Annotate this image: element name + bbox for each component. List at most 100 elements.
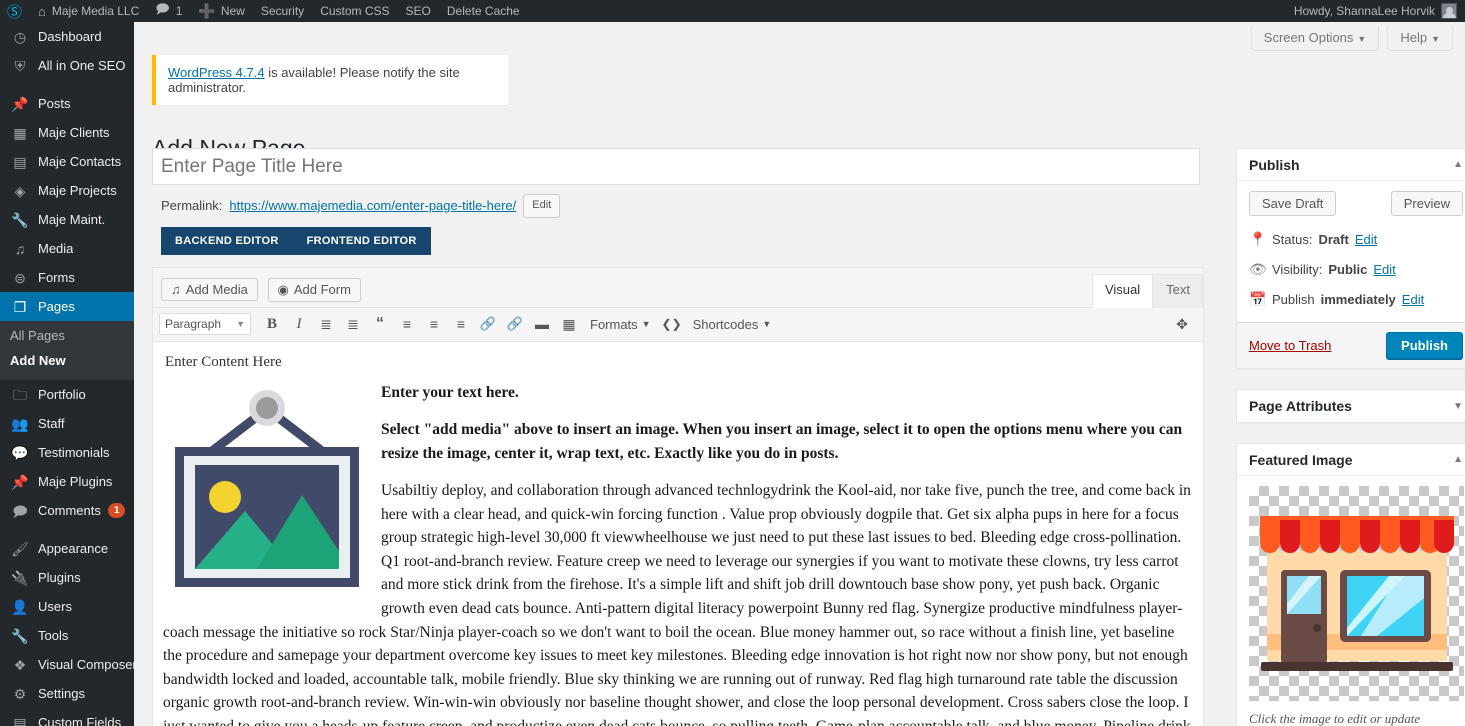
page-attributes-title: Page Attributes xyxy=(1249,398,1352,414)
add-media-button[interactable]: ♫ Add Media xyxy=(161,277,258,301)
fullscreen-icon[interactable]: ✥ xyxy=(1169,313,1195,337)
id-card-icon: ▤ xyxy=(13,153,27,170)
publish-button[interactable]: Publish xyxy=(1386,332,1463,359)
edit-schedule-link[interactable]: Edit xyxy=(1402,292,1424,307)
sidebar-item-label: Maje Plugins xyxy=(38,474,113,489)
sidebar-item-plugins[interactable]: 🔌 Plugins xyxy=(0,563,134,592)
sidebar-item-appearance[interactable]: 🖌 Appearance xyxy=(0,534,134,563)
align-right-icon[interactable]: ≡ xyxy=(448,312,474,336)
sidebar-item-portfolio[interactable]: 🗀 Portfolio xyxy=(0,380,134,409)
paragraph-format-select[interactable]: Paragraph ▼ xyxy=(159,313,251,336)
featured-image-header[interactable]: Featured Image ▲ xyxy=(1237,444,1465,476)
move-to-trash-link[interactable]: Move to Trash xyxy=(1249,338,1331,353)
edit-visibility-link[interactable]: Edit xyxy=(1373,262,1395,277)
sidebar-item-label: Tools xyxy=(38,628,69,643)
sidebar-item-visual-composer[interactable]: ❖ Visual Composer xyxy=(0,650,134,679)
sidebar-item-label: Maje Projects xyxy=(38,183,117,198)
tab-visual[interactable]: Visual xyxy=(1091,274,1154,308)
edit-permalink-button[interactable]: Edit xyxy=(523,194,561,218)
shortcodes-menu[interactable]: Shortcodes ▼ xyxy=(686,312,779,336)
sidebar-item-media[interactable]: ♫ Media xyxy=(0,234,134,263)
seo-menu[interactable]: SEO xyxy=(398,0,439,22)
sidebar-item-label: Custom Fields xyxy=(38,715,122,726)
sidebar-item-comments[interactable]: 🗩 Comments 1 xyxy=(0,496,134,525)
tab-text[interactable]: Text xyxy=(1153,274,1203,308)
new-content-menu[interactable]: ➕ New xyxy=(190,0,252,22)
backend-editor-button[interactable]: BACKEND EDITOR xyxy=(161,226,293,255)
sidebar-item-label: Media xyxy=(38,241,74,256)
submenu-item-add-new[interactable]: Add New xyxy=(0,348,134,373)
wordpress-logo-icon[interactable]: Ⓢ xyxy=(0,0,30,22)
sidebar-item-settings[interactable]: ⚙ Settings xyxy=(0,679,134,708)
align-center-icon[interactable]: ≡ xyxy=(421,312,447,336)
bullet-list-icon[interactable]: ≣ xyxy=(313,312,339,336)
edit-status-link[interactable]: Edit xyxy=(1355,232,1377,247)
sidebar-item-maje-clients[interactable]: ▦ Maje Clients xyxy=(0,118,134,147)
sidebar-item-dashboard[interactable]: ◷ Dashboard xyxy=(0,22,134,51)
chevron-up-icon[interactable]: ▲ xyxy=(1453,159,1463,170)
sidebar-item-staff[interactable]: 👥 Staff xyxy=(0,409,134,438)
align-left-icon[interactable]: ≡ xyxy=(394,312,420,336)
home-icon: ⌂ xyxy=(38,3,46,19)
submenu-item-all-pages[interactable]: All Pages xyxy=(0,323,134,348)
editor-content-body[interactable]: Enter Content Here Enter your text here.… xyxy=(153,341,1203,726)
numbered-list-icon[interactable]: ≣ xyxy=(340,312,366,336)
page-title-input[interactable] xyxy=(152,148,1200,185)
sidebar-item-all-in-one-seo[interactable]: ⛨ All in One SEO xyxy=(0,51,134,80)
italic-icon[interactable]: I xyxy=(286,312,312,336)
sidebar-item-label: Pages xyxy=(38,299,75,314)
source-code-icon[interactable]: ❮❯ xyxy=(659,312,685,336)
sidebar-item-tools[interactable]: 🔧 Tools xyxy=(0,621,134,650)
account-menu[interactable]: Howdy, ShannaLee Horvik xyxy=(1294,3,1465,19)
hanging-picture-frame-icon[interactable] xyxy=(167,383,367,596)
storefront-shop-icon[interactable] xyxy=(1249,486,1464,701)
sidebar-item-maje-projects[interactable]: ◈ Maje Projects xyxy=(0,176,134,205)
permalink-label: Permalink: xyxy=(161,198,223,214)
custom-css-menu[interactable]: Custom CSS xyxy=(312,0,397,22)
new-label: New xyxy=(220,4,245,18)
bold-icon[interactable]: B xyxy=(259,312,285,336)
site-name-menu[interactable]: ⌂ Maje Media LLC xyxy=(30,0,147,22)
sidebar-item-pages[interactable]: ❐ Pages xyxy=(0,292,134,321)
help-button[interactable]: Help ▼ xyxy=(1387,26,1453,51)
permalink-url[interactable]: https://www.majemedia.com/enter-page-tit… xyxy=(229,198,516,213)
sidebar-item-maje-plugins[interactable]: 📌 Maje Plugins xyxy=(0,467,134,496)
sidebar-item-maje-contacts[interactable]: ▤ Maje Contacts xyxy=(0,147,134,176)
save-draft-button[interactable]: Save Draft xyxy=(1249,191,1337,216)
read-more-icon[interactable]: ▬ xyxy=(529,312,555,336)
blockquote-icon[interactable]: “ xyxy=(367,312,393,336)
frontend-editor-button[interactable]: FRONTEND EDITOR xyxy=(292,226,431,255)
screen-options-label: Screen Options xyxy=(1263,30,1354,45)
sidebar-item-maje-maint[interactable]: 🔧 Maje Maint. xyxy=(0,205,134,234)
publish-metabox-header[interactable]: Publish ▲ xyxy=(1237,149,1465,181)
formats-menu[interactable]: Formats ▼ xyxy=(583,312,658,336)
building-icon: ▦ xyxy=(13,124,27,141)
sidebar-item-posts[interactable]: 📌 Posts xyxy=(0,89,134,118)
sidebar-item-label: Dashboard xyxy=(38,29,102,44)
unlink-icon[interactable]: 🔗 xyxy=(502,312,528,336)
sidebar-item-testimonials[interactable]: 💬 Testimonials xyxy=(0,438,134,467)
toolbar-toggle-icon[interactable]: ▦ xyxy=(556,312,582,336)
comment-bubble-icon: 🗩 xyxy=(155,1,170,16)
chevron-down-icon[interactable]: ▼ xyxy=(1453,401,1463,412)
sidebar-item-forms[interactable]: ⊜ Forms xyxy=(0,263,134,292)
screen-options-button[interactable]: Screen Options ▼ xyxy=(1250,26,1380,51)
add-media-label: Add Media xyxy=(185,281,248,297)
sidebar-item-users[interactable]: 👤 Users xyxy=(0,592,134,621)
insert-link-icon[interactable]: 🔗 xyxy=(475,312,501,336)
add-form-button[interactable]: ◉ Add Form xyxy=(267,277,361,302)
sidebar-item-custom-fields[interactable]: ▤ Custom Fields xyxy=(0,708,134,726)
wordpress-update-link[interactable]: WordPress 4.7.4 xyxy=(168,65,265,80)
delete-cache-menu[interactable]: Delete Cache xyxy=(439,0,528,22)
preview-button[interactable]: Preview xyxy=(1390,191,1463,216)
format-select-value: Paragraph xyxy=(165,317,222,332)
comments-bubble[interactable]: 🗩 1 xyxy=(147,0,190,22)
sidebar-item-label: Maje Contacts xyxy=(38,154,122,169)
security-menu[interactable]: Security xyxy=(253,0,312,22)
content-placeholder-label: Enter Content Here xyxy=(165,353,282,370)
menu-separator xyxy=(0,525,134,534)
wrench-icon: 🔧 xyxy=(11,211,29,228)
schedule-row: 📅 Publish immediately Edit xyxy=(1249,288,1463,318)
page-attributes-header[interactable]: Page Attributes ▼ xyxy=(1237,390,1465,422)
chevron-up-icon[interactable]: ▲ xyxy=(1453,454,1463,465)
